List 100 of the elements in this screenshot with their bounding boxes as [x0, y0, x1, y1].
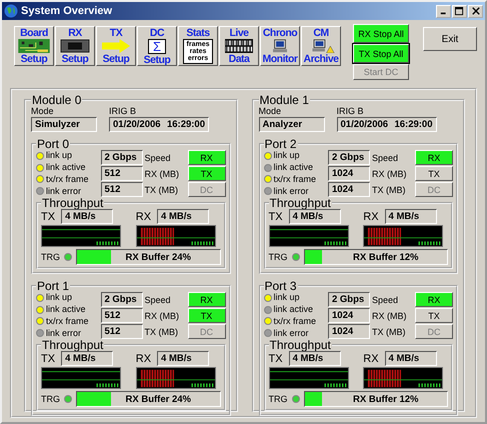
speed-label: Speed	[372, 294, 400, 304]
sum-icon: Σ	[148, 39, 166, 54]
connector-icon	[58, 39, 92, 53]
toolbar-button[interactable]: RX Setup	[55, 26, 95, 66]
led-label: link error	[274, 328, 309, 339]
close-button[interactable]	[468, 4, 483, 18]
buffer-label: RX Buffer 12%	[352, 252, 418, 262]
port-title: Port 2	[264, 138, 298, 150]
led-label: link up	[46, 292, 72, 304]
throughput-title: Throughput	[268, 197, 332, 209]
led-label: tx/rx frame	[274, 174, 316, 185]
tx-rate-field: 4 MB/s	[61, 209, 114, 224]
tx-label: TX	[41, 210, 56, 222]
rx-label: RX	[363, 210, 379, 222]
led-label: link active	[274, 162, 314, 174]
rx-mb-label: RX (MB)	[144, 310, 180, 320]
speed-label: Speed	[144, 152, 172, 162]
rx-mb-field: 512	[100, 166, 142, 181]
mode-field: Analyzer	[258, 117, 324, 132]
toolbar-button[interactable]: CM Archive	[301, 26, 341, 66]
rx-label: RX	[136, 210, 152, 222]
rx-mb-label: RX (MB)	[372, 310, 408, 320]
led-label: link up	[274, 292, 300, 304]
mode-field: Simulyzer	[31, 117, 97, 132]
led-label: link active	[46, 162, 86, 174]
led-label: link active	[274, 304, 314, 316]
port-toggle-button[interactable]: RX	[188, 292, 226, 307]
tx-label: TX	[41, 352, 56, 364]
port-toggle-button[interactable]: RX	[188, 150, 226, 165]
tx-rate-field: 4 MB/s	[61, 351, 114, 366]
trigger-label: TRG	[268, 252, 288, 262]
minimize-button[interactable]	[436, 4, 451, 18]
port-title: Port 0	[36, 138, 70, 150]
toolbar-button[interactable]: Board Setup	[14, 26, 54, 66]
tx-mb-field: 1024	[328, 324, 370, 339]
binary-display-icon	[222, 39, 256, 53]
speed-label: Speed	[372, 152, 400, 162]
speed-label: Speed	[144, 294, 172, 304]
rx-label: RX	[136, 352, 152, 364]
port-toggle-button[interactable]: TX	[188, 166, 226, 181]
rx-rate-field: 4 MB/s	[157, 351, 210, 366]
trigger-label: TRG	[41, 252, 60, 262]
rx-mb-field: 1024	[328, 308, 370, 323]
buffer-label: RX Buffer 24%	[124, 252, 191, 262]
rx-rate-field: 4 MB/s	[384, 351, 437, 366]
toolbar-button[interactable]: Live Data	[219, 26, 259, 66]
mode-label: Mode	[31, 106, 55, 117]
irig-label: IRIG B	[336, 106, 365, 117]
trigger-label: TRG	[41, 394, 60, 404]
maximize-button[interactable]	[452, 4, 467, 18]
globe-icon	[4, 4, 18, 18]
tx-mb-label: TX (MB)	[372, 326, 406, 336]
throughput-title: Throughput	[41, 339, 104, 351]
port-toggle-button[interactable]: RX	[415, 292, 453, 307]
action-button[interactable]: TX Stop All	[353, 44, 409, 63]
speed-field: 2 Gbps	[328, 150, 370, 165]
led-label: link up	[274, 150, 300, 162]
port-title: Port 3	[264, 280, 298, 292]
toolbar-button[interactable]: Chrono Monitor	[260, 26, 300, 66]
rx-mb-label: RX (MB)	[144, 168, 180, 178]
rx-mb-label: RX (MB)	[372, 168, 408, 178]
led-label: link error	[46, 186, 82, 197]
buffer-label: RX Buffer 12%	[352, 394, 418, 404]
led-label: link error	[274, 186, 309, 197]
rx-label: RX	[363, 352, 379, 364]
action-button[interactable]: RX Stop All	[353, 24, 409, 43]
buffer-label: RX Buffer 24%	[124, 394, 191, 404]
toolbar-button[interactable]: TX Setup	[96, 26, 136, 66]
port-toggle-button[interactable]: TX	[415, 166, 453, 181]
irig-time-field: 01/20/2006 16:29:00	[336, 117, 436, 132]
tx-mb-field: 1024	[328, 182, 370, 197]
port-toggle-button[interactable]: TX	[415, 308, 453, 323]
tx-mb-label: TX (MB)	[144, 326, 179, 336]
tx-label: TX	[268, 352, 283, 364]
module-title: Module 0	[31, 94, 82, 106]
speed-field: 2 Gbps	[100, 292, 142, 307]
port-toggle-button[interactable]: RX	[415, 150, 453, 165]
tx-mb-field: 512	[100, 182, 142, 197]
circuit-board-icon	[17, 39, 51, 53]
tx-rate-field: 4 MB/s	[288, 209, 341, 224]
exit-button[interactable]: Exit	[423, 27, 477, 51]
throughput-title: Throughput	[268, 339, 332, 351]
rx-mb-field: 1024	[328, 166, 370, 181]
port-toggle-button[interactable]: TX	[188, 308, 226, 323]
tx-mb-label: TX (MB)	[372, 184, 406, 194]
led-label: link up	[46, 150, 72, 162]
maximize-icon	[455, 6, 464, 16]
window-title: System Overview	[21, 5, 114, 17]
led-label: link active	[46, 304, 86, 316]
throughput-title: Throughput	[41, 197, 104, 209]
toolbar-button[interactable]: DC Σ Setup	[137, 26, 177, 66]
led-label: tx/rx frame	[46, 174, 89, 185]
rx-mb-field: 512	[100, 308, 142, 323]
tx-rate-field: 4 MB/s	[288, 351, 341, 366]
tx-mb-label: TX (MB)	[144, 184, 179, 194]
rx-rate-field: 4 MB/s	[384, 209, 437, 224]
rx-rate-field: 4 MB/s	[157, 209, 210, 224]
port-title: Port 1	[36, 280, 70, 292]
led-label: link error	[46, 328, 82, 339]
tx-mb-field: 512	[100, 324, 142, 339]
